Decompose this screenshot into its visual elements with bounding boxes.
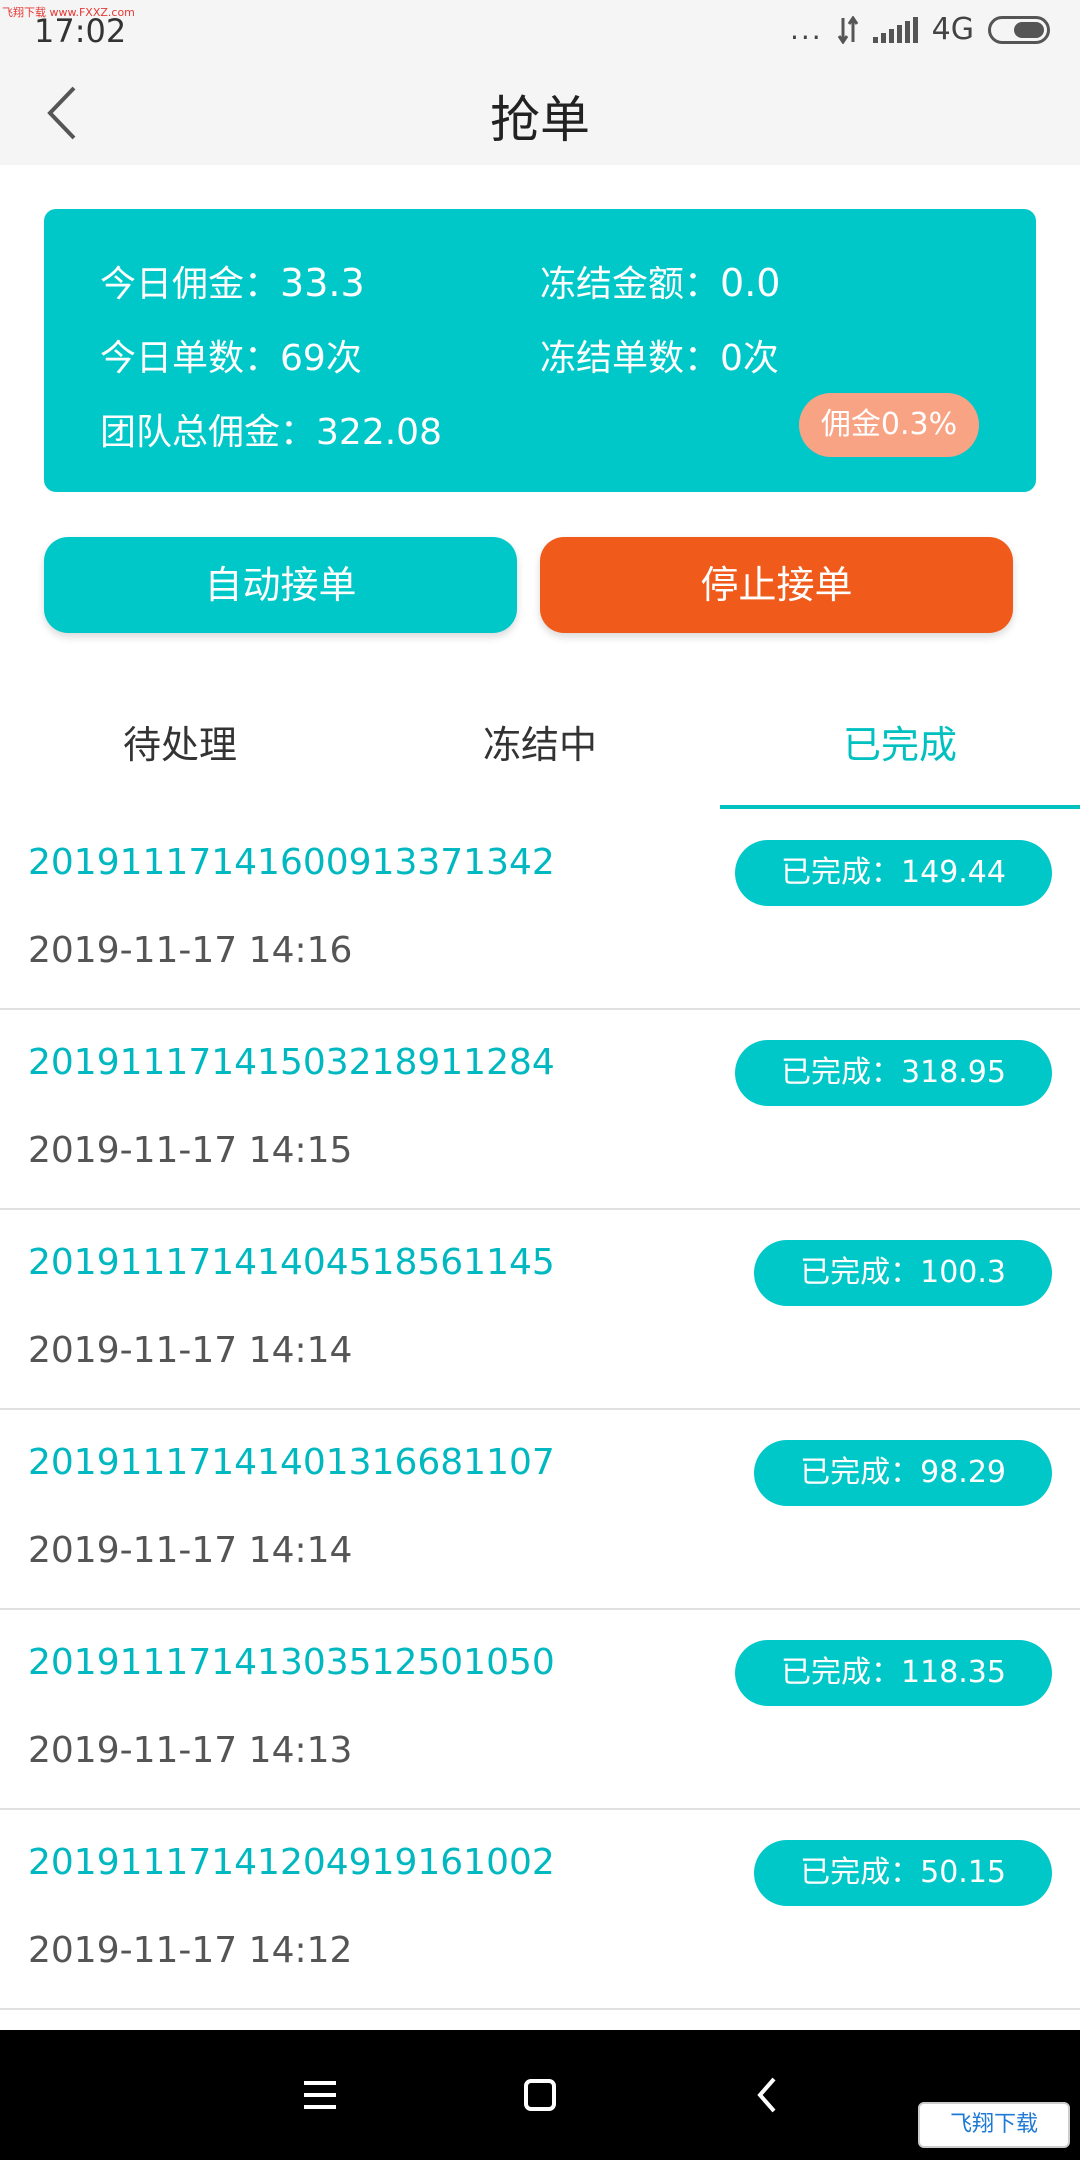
tab-pending[interactable]: 待处理 (0, 690, 360, 810)
list-item[interactable]: 20191117141401316681107 2019-11-17 14:14… (0, 1410, 1080, 1610)
data-transfer-icon (837, 15, 858, 44)
today-orders-value: 69次 (280, 338, 362, 379)
team-commission-label: 团队总佣金： (100, 412, 317, 453)
team-commission: 团队总佣金：322.08 (100, 403, 442, 455)
auto-accept-button[interactable]: 自动接单 (44, 537, 517, 633)
frozen-amount: 冻结金额：0.0 (540, 255, 780, 307)
order-number: 20191117141404518561145 (28, 1242, 555, 1283)
list-item[interactable]: 20191117141503218911284 2019-11-17 14:15… (0, 1010, 1080, 1210)
status-icons: ... 4G (790, 12, 1050, 47)
order-number: 20191117141503218911284 (28, 1042, 555, 1083)
list-item[interactable]: 20191117141303512501050 2019-11-17 14:13… (0, 1610, 1080, 1810)
frozen-orders-label: 冻结单数： (540, 338, 721, 379)
navigation-bar: 飞翔下载 (0, 2030, 1080, 2160)
order-time: 2019-11-17 14:12 (28, 1930, 353, 1971)
status-badge: 已完成：318.95 (735, 1040, 1052, 1106)
tab-frozen[interactable]: 冻结中 (360, 690, 720, 810)
status-badge: 已完成：149.44 (735, 840, 1052, 906)
status-time: 17:02 (34, 12, 127, 50)
watermark-bottom: 飞翔下载 (918, 2102, 1070, 2148)
tab-indicator (720, 805, 1080, 809)
app-header: 抢单 (0, 60, 1080, 165)
list-item[interactable]: 20191117141404518561145 2019-11-17 14:14… (0, 1210, 1080, 1410)
status-bar: 飞翔下载 www.FXXZ.com 17:02 ... 4G (0, 0, 1080, 60)
stop-accept-button[interactable]: 停止接单 (540, 537, 1013, 633)
order-time: 2019-11-17 14:16 (28, 930, 353, 971)
battery-icon (988, 15, 1050, 44)
today-commission: 今日佣金：33.3 (100, 255, 365, 307)
tab-completed[interactable]: 已完成 (720, 690, 1080, 810)
today-commission-value: 33.3 (280, 261, 365, 305)
menu-button[interactable] (290, 2065, 350, 2125)
order-time: 2019-11-17 14:15 (28, 1130, 353, 1171)
list-item[interactable]: 20191117141204919161002 2019-11-17 14:12… (0, 1810, 1080, 2010)
order-time: 2019-11-17 14:14 (28, 1330, 353, 1371)
today-orders-label: 今日单数： (100, 338, 281, 379)
frozen-amount-value: 0.0 (720, 261, 781, 305)
order-tabs: 待处理 冻结中 已完成 (0, 690, 1080, 810)
order-list: 20191117141600913371342 2019-11-17 14:16… (0, 810, 1080, 2010)
menu-icon (304, 2081, 336, 2109)
order-number: 20191117141600913371342 (28, 842, 555, 883)
home-square-icon (524, 2079, 556, 2111)
signal-icon (872, 16, 918, 43)
status-badge: 已完成：50.15 (754, 1840, 1052, 1906)
today-orders: 今日单数：69次 (100, 329, 362, 381)
frozen-orders: 冻结单数：0次 (540, 329, 779, 381)
network-type: 4G (931, 12, 974, 47)
order-number: 20191117141401316681107 (28, 1442, 555, 1483)
chevron-left-icon (757, 2077, 776, 2113)
frozen-orders-value: 0次 (720, 338, 779, 379)
order-number: 20191117141303512501050 (28, 1642, 555, 1683)
more-dots-icon: ... (789, 13, 823, 46)
frozen-amount-label: 冻结金额： (540, 264, 721, 305)
status-badge: 已完成：98.29 (754, 1440, 1052, 1506)
order-number: 20191117141204919161002 (28, 1842, 555, 1883)
commission-rate-badge: 佣金0.3% (799, 393, 979, 457)
status-badge: 已完成：118.35 (735, 1640, 1052, 1706)
today-commission-label: 今日佣金： (100, 264, 281, 305)
order-time: 2019-11-17 14:14 (28, 1530, 353, 1571)
order-time: 2019-11-17 14:13 (28, 1730, 353, 1771)
page-title: 抢单 (490, 91, 590, 149)
nav-back-button[interactable] (738, 2065, 798, 2125)
home-button[interactable] (510, 2065, 570, 2125)
stats-card: 今日佣金：33.3 冻结金额：0.0 今日单数：69次 冻结单数：0次 团队总佣… (44, 209, 1036, 492)
list-item[interactable]: 20191117141600913371342 2019-11-17 14:16… (0, 810, 1080, 1010)
team-commission-value: 322.08 (316, 412, 442, 453)
status-badge: 已完成：100.3 (754, 1240, 1052, 1306)
